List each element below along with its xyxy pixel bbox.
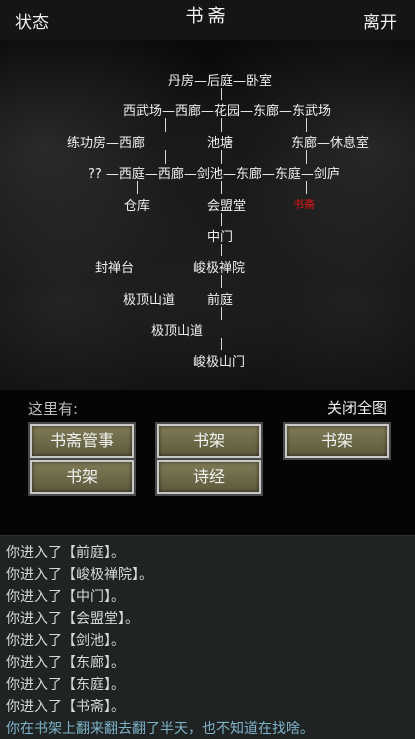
world-map: 丹房—后庭—卧室 西武场—西廊—花园—东廊—东武场 练功房—西廊 池塘 东廊—休…: [0, 40, 415, 390]
here-label: 这里有:: [28, 400, 79, 418]
log-entry-latest: 你在书架上翻来翻去翻了半天，也不知道在找啥。: [6, 721, 314, 737]
map-connector: [221, 118, 222, 132]
map-room-liangongfang[interactable]: 练功房—西廊: [67, 132, 145, 151]
room-contents-panel: 这里有: 关闭全图 书斋管事 书架 书架 书架 诗经: [0, 390, 415, 535]
smoke-background: [0, 40, 415, 390]
log-entry: 你进入了【前庭】。: [6, 545, 125, 561]
map-connector: [221, 275, 222, 288]
map-connector: [221, 181, 222, 194]
log-entry: 你进入了【会盟堂】。: [6, 611, 139, 627]
map-room-fengchantai[interactable]: 封禅台: [95, 257, 134, 276]
map-room-junji-chanyuan[interactable]: 峻极禅院: [193, 257, 245, 276]
map-row-wuchang[interactable]: 西武场—西廊—花园—东廊—东武场: [123, 100, 331, 119]
map-room-shuzhai-current[interactable]: 书斋: [293, 196, 315, 212]
map-connector: [221, 244, 222, 256]
map-connector: [306, 181, 307, 194]
map-connector: [221, 307, 222, 320]
npc-button-shuzhai-guanshi[interactable]: 书斋管事: [28, 422, 136, 460]
log-entry: 你进入了【剑池】。: [6, 633, 125, 649]
log-entry: 你进入了【东廊】。: [6, 655, 125, 671]
map-room-chitang[interactable]: 池塘: [207, 132, 233, 151]
map-room-xiuxishi[interactable]: 东廊—休息室: [291, 132, 369, 151]
item-button-shujia[interactable]: 书架: [283, 422, 391, 460]
close-map-button[interactable]: 关闭全图: [327, 397, 387, 418]
room-title: 书斋: [185, 6, 230, 27]
leave-button[interactable]: 离开: [363, 8, 397, 33]
top-bar: 状态 书斋 离开: [0, 0, 415, 41]
map-room-qianting[interactable]: 前庭: [207, 289, 233, 308]
item-button-shujia[interactable]: 书架: [28, 458, 136, 496]
map-room-zhongmen[interactable]: 中门: [207, 226, 233, 245]
map-room-junji-shanmen[interactable]: 峻极山门: [193, 351, 245, 370]
map-connector: [221, 338, 222, 350]
map-connector: [221, 150, 222, 164]
log-entry: 你进入了【中门】。: [6, 589, 125, 605]
map-row-jianchi[interactable]: ?? —西庭—西廊—剑池—东廊—东庭—剑庐: [88, 163, 340, 182]
map-connector: [221, 88, 222, 100]
map-connector: [165, 118, 166, 132]
map-connector: [306, 118, 307, 132]
log-entry: 你进入了【峻极禅院】。: [6, 567, 153, 583]
log-entry: 你进入了【书斋】。: [6, 699, 125, 715]
map-room-huimengtang[interactable]: 会盟堂: [207, 195, 246, 214]
item-button-shijing[interactable]: 诗经: [155, 458, 263, 496]
map-room-jiding-shandao-2[interactable]: 极顶山道: [151, 320, 203, 339]
message-log[interactable]: 你进入了【前庭】。 你进入了【峻极禅院】。 你进入了【中门】。 你进入了【会盟堂…: [0, 535, 415, 739]
item-button-shujia[interactable]: 书架: [155, 422, 263, 460]
map-room-cangku[interactable]: 仓库: [124, 195, 150, 214]
map-row-danfang-houting-woshi[interactable]: 丹房—后庭—卧室: [168, 70, 272, 89]
map-connector: [221, 213, 222, 226]
map-room-jiding-shandao-1[interactable]: 极顶山道: [123, 289, 175, 308]
log-entry: 你进入了【东庭】。: [6, 677, 125, 693]
map-connector: [137, 181, 138, 194]
map-connector: [165, 150, 166, 164]
map-connector: [306, 150, 307, 164]
